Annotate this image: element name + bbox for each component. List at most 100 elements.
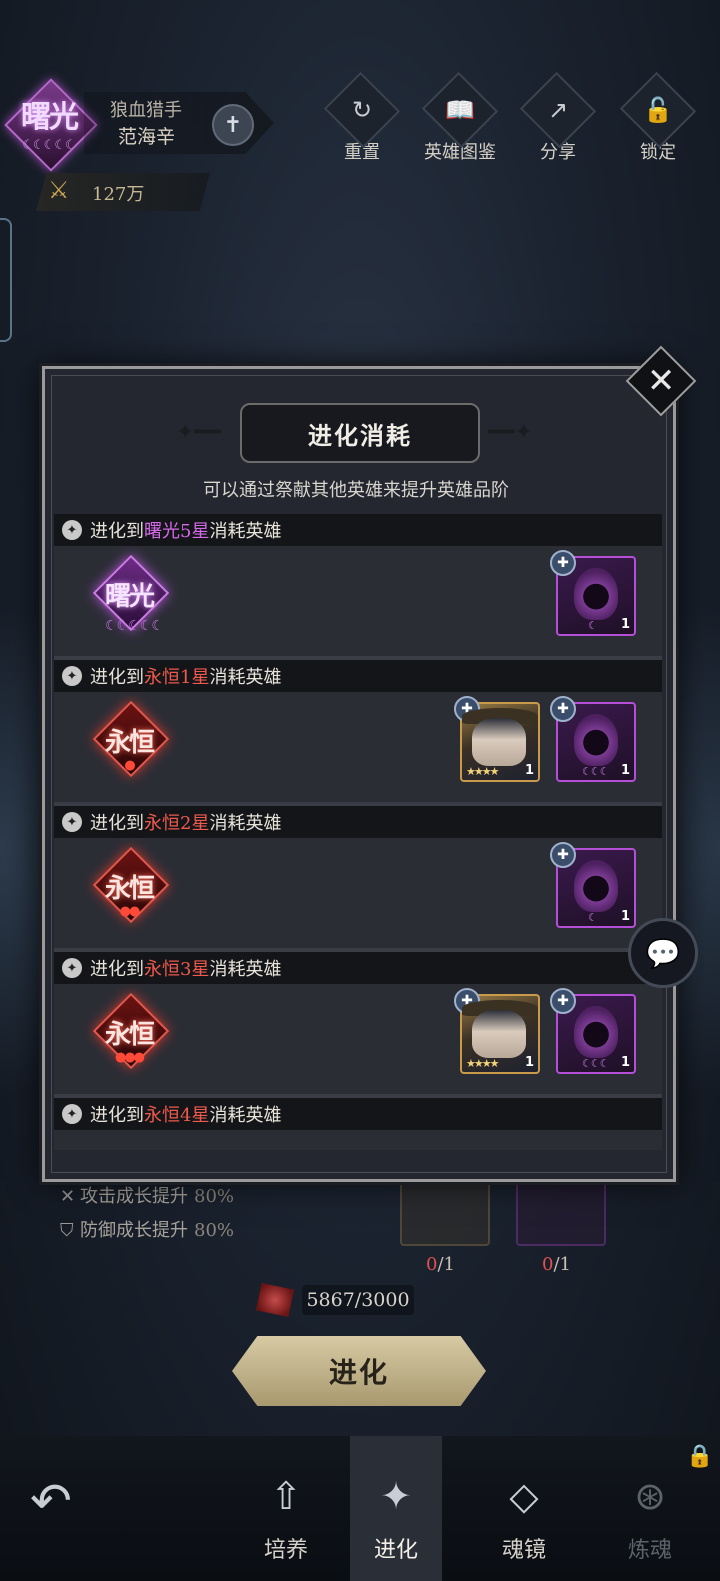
- crossed-swords-icon: ⚔: [48, 176, 70, 204]
- cultivate-icon: ⇧: [270, 1474, 302, 1518]
- modal-title-plate: 进化消耗: [240, 403, 480, 463]
- hooded-hero-portrait: [574, 714, 618, 766]
- card-count: 1: [524, 1055, 534, 1070]
- requirement-count: 0/1: [426, 1254, 455, 1275]
- star-marks: ●●●: [114, 1050, 145, 1065]
- step-header: ✦ 进化到永恒2星消耗英雄: [54, 806, 662, 838]
- target-tier: 曙光5星: [144, 521, 210, 542]
- hero-rank-badge: 曙光 ☾☾☾☾☾: [4, 78, 98, 172]
- required-hero-card-shade[interactable]: [516, 1180, 606, 1246]
- attack-growth-stat: ✕ 攻击成长提升 80%: [60, 1186, 235, 1207]
- chat-button[interactable]: 💬: [628, 918, 698, 988]
- sword-icon: ✕: [60, 1186, 76, 1207]
- card-count: 1: [524, 763, 534, 778]
- add-icon: ✚: [550, 842, 576, 868]
- hero-card-shade[interactable]: ✚ ☾ 1: [550, 550, 636, 636]
- share-icon: ↗: [547, 95, 569, 124]
- step-body: 永恒 ●●● ✚ ★★★★ 1 ✚ ☾☾☾ 1: [54, 984, 662, 1094]
- hooded-hero-portrait: [574, 568, 618, 620]
- soul-refine-icon: ⊛: [634, 1474, 666, 1518]
- refresh-icon: ↻: [351, 95, 373, 124]
- star-marks: ●: [124, 758, 135, 773]
- defense-growth-stat: ⛉ 防御成长提升 80%: [60, 1220, 235, 1241]
- back-arrow-icon[interactable]: ↶: [18, 1466, 84, 1536]
- reset-button[interactable]: ↻ 重置: [322, 71, 402, 164]
- evolution-step: ✦ 进化到永恒4星消耗英雄: [54, 1098, 662, 1150]
- evolution-step: ✦ 进化到永恒3星消耗英雄 永恒 ●●● ✚ ★★★★ 1 ✚ ☾☾☾ 1: [54, 952, 662, 1098]
- chat-icon: 💬: [645, 936, 681, 970]
- evolution-step: ✦ 进化到永恒1星消耗英雄 永恒 ● ✚ ★★★★ 1 ✚ ☾☾☾ 1: [54, 660, 662, 806]
- target-tier: 永恒4星: [144, 1105, 210, 1126]
- hero-name: 范海辛: [118, 126, 176, 148]
- rank-moons: ☾☾☾☾☾: [22, 137, 76, 153]
- step-header: ✦ 进化到永恒4星消耗英雄: [54, 1098, 662, 1130]
- close-icon: ✕: [646, 361, 676, 401]
- soul-mirror-icon: ◇: [509, 1474, 539, 1518]
- nav-soul-mirror[interactable]: ◇ 魂镜: [478, 1436, 570, 1581]
- evolve-step-icon: ✦: [62, 1104, 82, 1124]
- evolve-icon: ✦: [380, 1474, 412, 1518]
- modal-title: 进化消耗: [308, 420, 412, 450]
- add-icon: ✚: [550, 696, 576, 722]
- evolution-cost: 5867/3000: [256, 1283, 420, 1317]
- card-count: 1: [620, 1055, 630, 1070]
- card-count: 1: [620, 617, 630, 632]
- hero-card-hunter[interactable]: ✚ ★★★★ 1: [454, 696, 540, 782]
- target-tier: 永恒3星: [144, 959, 210, 980]
- rank-text: 曙光: [21, 99, 79, 135]
- lock-button[interactable]: 🔓 锁定: [618, 71, 698, 164]
- card-count: 1: [620, 909, 630, 924]
- tier-badge: 永恒 ●●: [84, 846, 174, 938]
- hero-codex-button[interactable]: 📖 英雄图鉴: [420, 71, 500, 164]
- step-header: ✦ 进化到永恒1星消耗英雄: [54, 660, 662, 692]
- tier-badge: 永恒 ●●●: [84, 992, 174, 1084]
- left-side-tab[interactable]: [0, 218, 12, 342]
- evolve-step-icon: ✦: [62, 520, 82, 540]
- add-icon: ✚: [550, 550, 576, 576]
- share-button[interactable]: ↗ 分享: [518, 71, 598, 164]
- hooded-hero-portrait: [574, 1006, 618, 1058]
- step-body: 曙光 ☾☾☾☾☾ ✚ ☾ 1: [54, 546, 662, 656]
- nav-evolve[interactable]: ✦ 进化: [350, 1436, 442, 1581]
- step-header: ✦ 进化到永恒3星消耗英雄: [54, 952, 662, 984]
- book-icon: 📖: [445, 95, 475, 124]
- evolution-list[interactable]: ✦ 进化到曙光5星消耗英雄 曙光 ☾☾☾☾☾ ✚ ☾ 1 ✦ 进化到永恒1星消耗…: [54, 514, 662, 1150]
- cost-value: 5867/3000: [302, 1285, 414, 1315]
- unlock-icon: 🔓: [643, 95, 673, 124]
- hero-title: 狼血猎手: [110, 100, 182, 121]
- step-body: 永恒 ● ✚ ★★★★ 1 ✚ ☾☾☾ 1: [54, 692, 662, 802]
- hooded-hero-portrait: [574, 860, 618, 912]
- nav-soul-refine[interactable]: ⊛ 炼魂: [604, 1436, 696, 1581]
- hero-card-shade[interactable]: ✚ ☾☾☾ 1: [550, 988, 636, 1074]
- evolve-step-icon: ✦: [62, 666, 82, 686]
- evolve-step-icon: ✦: [62, 958, 82, 978]
- hunter-hero-portrait: [472, 1010, 526, 1058]
- card-count: 1: [620, 763, 630, 778]
- evolve-button[interactable]: 进化: [232, 1336, 486, 1406]
- evolve-step-icon: ✦: [62, 812, 82, 832]
- modal-subtitle: 可以通过祭献其他英雄来提升英雄品阶: [203, 480, 509, 501]
- required-hero-card-hunter[interactable]: [400, 1180, 490, 1246]
- hero-card-shade[interactable]: ✚ ☾☾☾ 1: [550, 696, 636, 782]
- step-body: [54, 1130, 662, 1150]
- hero-class-icon[interactable]: ✝: [212, 104, 254, 146]
- target-tier: 永恒1星: [144, 667, 210, 688]
- requirement-count: 0/1: [542, 1254, 571, 1275]
- hero-card-hunter[interactable]: ✚ ★★★★ 1: [454, 988, 540, 1074]
- title-ornament-left-icon: ✦━━: [176, 420, 221, 445]
- moon-marks: ☾☾☾☾☾: [105, 618, 164, 634]
- shield-icon: ⛉: [60, 1220, 74, 1241]
- evolve-label: 进化: [328, 1356, 389, 1389]
- lock-icon: 🔒: [686, 1444, 714, 1469]
- step-body: 永恒 ●● ✚ ☾ 1: [54, 838, 662, 948]
- title-ornament-right-icon: ━━✦: [488, 420, 533, 445]
- hero-card-shade[interactable]: ✚ ☾ 1: [550, 842, 636, 928]
- blood-gem-icon: [256, 1283, 294, 1317]
- add-icon: ✚: [550, 988, 576, 1014]
- tier-badge: 曙光 ☾☾☾☾☾: [84, 554, 174, 646]
- evolution-step: ✦ 进化到曙光5星消耗英雄 曙光 ☾☾☾☾☾ ✚ ☾ 1: [54, 514, 662, 660]
- step-header: ✦ 进化到曙光5星消耗英雄: [54, 514, 662, 546]
- nav-cultivate[interactable]: ⇧ 培养: [240, 1436, 332, 1581]
- tier-badge: 永恒 ●: [84, 700, 174, 792]
- hunter-hero-portrait: [472, 718, 526, 766]
